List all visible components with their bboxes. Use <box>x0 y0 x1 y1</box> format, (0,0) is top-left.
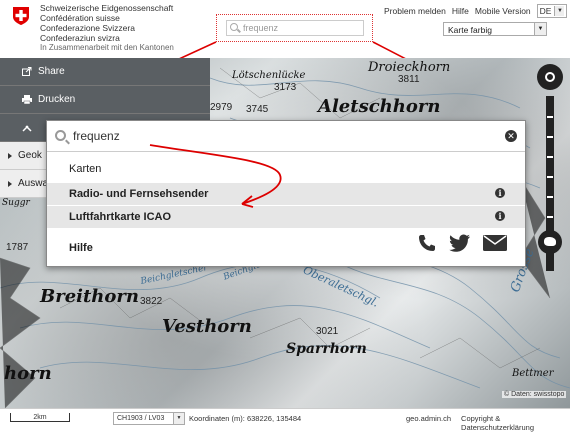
swiss-extent-button[interactable] <box>538 230 562 254</box>
fed-line-it: Confederazione Svizzera <box>40 23 135 33</box>
search-icon <box>230 23 238 31</box>
map-label-droieckhorn: Droieckhorn <box>368 60 451 75</box>
header: Schweizerische Eidgenossenschaft Confédé… <box>0 0 570 59</box>
language-value: DE <box>539 6 552 16</box>
search-results-dropdown: ✕ Karten Radio- und Fernsehsender i Luft… <box>46 120 526 267</box>
caret-right-icon <box>8 152 12 159</box>
print-icon <box>22 95 32 104</box>
header-search-input[interactable]: frequenz <box>226 20 364 36</box>
map-label-sparrhorn: Sparrhorn <box>286 341 367 357</box>
print-button[interactable]: Drucken <box>0 86 210 114</box>
share-icon <box>22 67 32 76</box>
help-link[interactable]: Hilfe <box>452 6 469 16</box>
results-section-header: Karten <box>69 163 102 175</box>
chevron-down-icon: ▼ <box>554 6 565 16</box>
height-1787: 1787 <box>6 242 29 253</box>
search-bar: ✕ <box>47 121 525 152</box>
map-style-value: Karte farbig <box>448 25 492 35</box>
map-style-select[interactable]: Karte farbig ▼ <box>443 22 547 36</box>
height-3811: 3811 <box>398 74 420 85</box>
result-item[interactable]: Luftfahrtkarte ICAO i <box>47 206 525 228</box>
map-label-breithorn: Breithorn <box>40 286 139 307</box>
contact-icons <box>417 233 507 253</box>
search-input[interactable] <box>73 126 473 146</box>
height-3173: 3173 <box>274 82 297 93</box>
language-select[interactable]: DE ▼ <box>536 4 568 18</box>
height-3822: 3822 <box>140 296 163 307</box>
map-label-horn: horn <box>4 363 52 384</box>
chevron-down-icon: ▼ <box>534 23 546 35</box>
geolocate-button[interactable] <box>537 64 563 90</box>
header-search-highlight: frequenz <box>216 14 373 42</box>
mail-icon[interactable] <box>483 234 507 252</box>
info-icon[interactable]: i <box>495 188 505 198</box>
fed-note: In Zusammenarbeit mit den Kantonen <box>40 43 174 52</box>
swiss-cross-logo <box>12 6 30 26</box>
print-label: Drucken <box>38 94 76 105</box>
caret-right-icon <box>8 180 12 187</box>
geo-admin-link[interactable]: geo.admin.ch <box>406 414 451 432</box>
projection-value: CH1903 / LV03 <box>117 415 165 422</box>
share-button[interactable]: Share <box>0 58 210 86</box>
map-label-suggr: Suggr <box>2 198 30 208</box>
info-icon[interactable]: i <box>495 211 505 221</box>
result-item[interactable]: Radio- und Fernsehsender i <box>47 183 525 205</box>
tools-icon <box>22 125 32 132</box>
height-2979: 2979 <box>210 102 233 113</box>
header-search-value: frequenz <box>243 23 279 33</box>
copyright-notice: © Daten: swisstopo <box>502 391 567 398</box>
footer-links: geo.admin.ch Copyright & Datenschutzerkl… <box>406 414 570 432</box>
scale-bar: 2km <box>10 413 70 422</box>
projection-select[interactable]: CH1903 / LV03 ▼ <box>113 412 185 425</box>
height-3021: 3021 <box>316 326 339 337</box>
fed-line-de: Schweizerische Eidgenossenschaft <box>40 3 174 13</box>
auswahl-label: Auswa <box>18 178 49 189</box>
geokatalog-label: Geok <box>18 150 42 161</box>
chevron-down-icon: ▼ <box>173 413 184 424</box>
map-label-loetschenluecke: Lötschenlücke <box>232 70 306 81</box>
map-label-bettmer: Bettmer <box>512 368 554 379</box>
top-links: Problem melden Hilfe Mobile Version DE ▼ <box>384 4 568 18</box>
fed-line-fr: Confédération suisse <box>40 13 120 23</box>
height-3745: 3745 <box>246 104 269 115</box>
clear-search-icon[interactable]: ✕ <box>505 130 517 142</box>
result-label: Luftfahrtkarte ICAO <box>69 211 172 223</box>
report-problem-link[interactable]: Problem melden <box>384 6 446 16</box>
phone-icon[interactable] <box>417 233 437 253</box>
twitter-icon[interactable] <box>449 233 471 253</box>
search-icon <box>55 130 66 141</box>
mobile-version-link[interactable]: Mobile Version <box>475 6 531 16</box>
status-bar: 2km CH1903 / LV03 ▼ Koordinaten (m): 638… <box>0 408 570 432</box>
map-label-vesthorn: Vesthorn <box>162 316 252 337</box>
fed-line-rm: Confederaziun svizra <box>40 33 120 43</box>
legal-link[interactable]: Copyright & Datenschutzerklärung <box>461 414 570 432</box>
map-label-aletschhorn: Aletschhorn <box>318 96 441 117</box>
share-label: Share <box>38 66 65 77</box>
federal-name-block: Schweizerische Eidgenossenschaft Confédé… <box>40 3 174 53</box>
coordinates-readout: Koordinaten (m): 638226, 135484 <box>189 414 302 423</box>
result-label: Radio- und Fernsehsender <box>69 188 209 200</box>
